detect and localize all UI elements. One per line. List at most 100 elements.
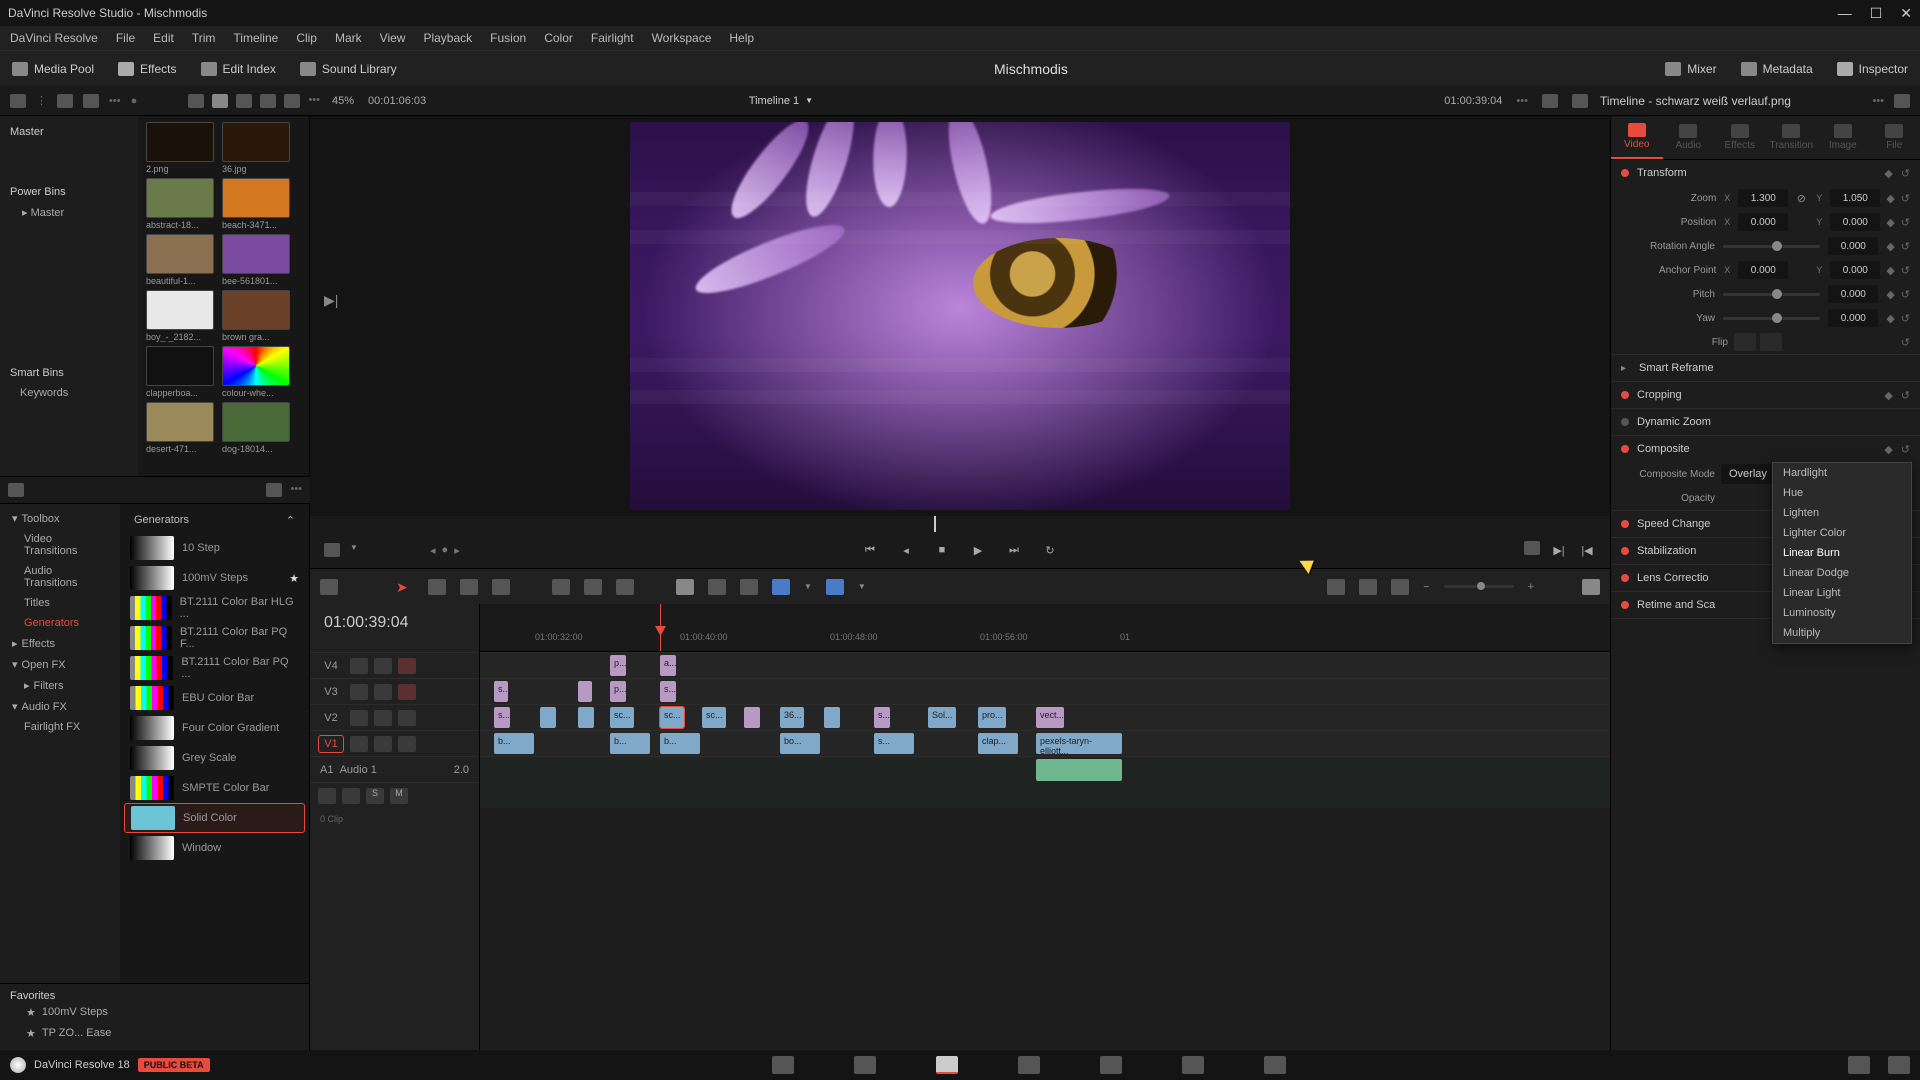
fx-toolbox[interactable]: ▾Toolbox xyxy=(0,508,120,529)
zoom-fit-icon[interactable] xyxy=(1359,579,1377,595)
viewer-scrubber[interactable] xyxy=(310,516,1610,532)
timeline-clip[interactable] xyxy=(1036,759,1122,781)
auto-select-icon[interactable] xyxy=(374,736,392,752)
timeline-clip[interactable]: sc... xyxy=(610,707,634,728)
overwrite-icon[interactable] xyxy=(584,579,602,595)
loop-button[interactable]: ↻ xyxy=(1041,541,1059,559)
pitch-field[interactable] xyxy=(1828,285,1878,303)
timeline-clip[interactable]: Sol... xyxy=(928,707,956,728)
insert-icon[interactable] xyxy=(552,579,570,595)
deliver-page-icon[interactable] xyxy=(1264,1056,1286,1074)
keyframe-icon[interactable]: ◆ xyxy=(1884,167,1892,180)
timeline-clip[interactable]: s... xyxy=(874,733,914,754)
dropdown-option[interactable]: Linear Dodge xyxy=(1773,563,1911,583)
link-zoom-icon[interactable]: ⊘ xyxy=(1794,192,1808,205)
generator-item[interactable]: 100mV Steps★ xyxy=(124,563,305,593)
power-bin-master[interactable]: ▸ Master xyxy=(0,202,138,223)
timeline-clip[interactable]: pro... xyxy=(978,707,1006,728)
timeline-clip[interactable]: clap... xyxy=(978,733,1018,754)
inspector-tab-image[interactable]: Image xyxy=(1817,116,1869,159)
project-settings-icon[interactable] xyxy=(1888,1056,1910,1074)
link-icon[interactable] xyxy=(57,94,73,108)
timeline-clip[interactable]: sc... xyxy=(660,707,684,728)
dropdown-option[interactable]: Linear Burn xyxy=(1773,543,1911,563)
timeline-clip[interactable]: b... xyxy=(494,733,534,754)
blade-tool-icon[interactable] xyxy=(492,579,510,595)
media-thumb[interactable]: boy_-_2182... xyxy=(144,290,216,342)
generator-item[interactable]: BT.2111 Color Bar PQ ... xyxy=(124,653,305,683)
next-kf-icon[interactable]: ▸ xyxy=(454,544,460,557)
timeline-clip[interactable]: p... xyxy=(610,655,626,676)
audio-meter-icon[interactable] xyxy=(1582,579,1600,595)
media-pool-toggle[interactable]: Media Pool xyxy=(12,62,94,76)
timeline-clip[interactable]: p... xyxy=(610,681,626,702)
rotation-field[interactable] xyxy=(1828,237,1878,255)
next-edit-icon[interactable]: ▶| xyxy=(324,292,338,309)
menu-fusion[interactable]: Fusion xyxy=(490,31,526,45)
timeline-clip[interactable]: b... xyxy=(610,733,650,754)
close-button[interactable]: ✕ xyxy=(1900,5,1912,22)
track-a1[interactable]: A1 xyxy=(320,762,333,778)
zoom-out-icon[interactable]: − xyxy=(1423,581,1429,593)
media-page-icon[interactable] xyxy=(772,1056,794,1074)
yaw-field[interactable] xyxy=(1828,309,1878,327)
effects-toggle[interactable]: Effects xyxy=(118,62,176,76)
dropdown-option[interactable]: Hardlight xyxy=(1773,463,1911,483)
chevron-down-icon[interactable]: ▼ xyxy=(350,543,358,557)
anchor-y-field[interactable] xyxy=(1830,261,1880,279)
strip-view-icon[interactable] xyxy=(188,94,204,108)
menu-edit[interactable]: Edit xyxy=(153,31,174,45)
timeline-clip[interactable] xyxy=(578,681,592,702)
fusion-page-icon[interactable] xyxy=(1018,1056,1040,1074)
bypass-icon[interactable] xyxy=(1542,94,1558,108)
lock-track-icon[interactable] xyxy=(350,658,368,674)
mixer-toggle[interactable]: Mixer xyxy=(1665,62,1716,76)
keyframe-icon[interactable]: ◆ xyxy=(1886,288,1894,301)
timeline-clip[interactable]: s... xyxy=(494,681,508,702)
menu-view[interactable]: View xyxy=(380,31,406,45)
track-v4[interactable]: V4 xyxy=(318,658,344,674)
fx-search-icon[interactable] xyxy=(266,483,282,497)
keyframe-icon[interactable]: ◆ xyxy=(1886,216,1894,229)
pitch-slider[interactable] xyxy=(1723,293,1820,296)
generator-item[interactable]: 10 Step xyxy=(124,533,305,563)
reset-icon[interactable]: ↺ xyxy=(1901,167,1910,180)
generator-item[interactable]: SMPTE Color Bar xyxy=(124,773,305,803)
menu-trim[interactable]: Trim xyxy=(192,31,216,45)
smart-bins[interactable]: Smart Bins xyxy=(0,363,138,383)
lock-icon[interactable] xyxy=(740,579,758,595)
track-v3[interactable]: V3 xyxy=(318,684,344,700)
list-view-icon[interactable] xyxy=(236,94,252,108)
selection-tool[interactable]: ➤ xyxy=(396,579,414,595)
lock-audio-icon[interactable] xyxy=(318,788,336,804)
reset-icon[interactable]: ↺ xyxy=(1901,312,1910,325)
minimize-button[interactable]: — xyxy=(1838,5,1852,22)
generator-item[interactable]: BT.2111 Color Bar PQ F... xyxy=(124,623,305,653)
media-thumb[interactable]: desert-471... xyxy=(144,402,216,454)
insert-mode-icon[interactable] xyxy=(324,543,340,557)
media-thumb[interactable]: 36.jpg xyxy=(220,122,292,174)
zoom-y-field[interactable] xyxy=(1830,189,1880,207)
stop-button[interactable]: ■ xyxy=(933,541,951,559)
expand-inspector-icon[interactable] xyxy=(1894,94,1910,108)
smart-reframe-section[interactable]: ▸Smart Reframe xyxy=(1611,355,1920,381)
generator-item[interactable]: Solid Color xyxy=(124,803,305,833)
cropping-section[interactable]: Cropping◆↺ xyxy=(1611,382,1920,408)
dropdown-option[interactable]: Hue xyxy=(1773,483,1911,503)
inspector-tab-transition[interactable]: Transition xyxy=(1766,116,1818,159)
viewer-canvas[interactable] xyxy=(630,122,1290,510)
kf-dot-icon[interactable]: ● xyxy=(442,544,449,557)
fx-audiofx[interactable]: ▾Audio FX xyxy=(0,696,120,717)
timeline-clip[interactable]: s... xyxy=(874,707,890,728)
smartbin-keywords[interactable]: Keywords xyxy=(0,383,138,403)
disable-track-icon[interactable] xyxy=(398,658,416,674)
media-thumb[interactable]: clapperboa... xyxy=(144,346,216,398)
cut-page-icon[interactable] xyxy=(854,1056,876,1074)
flag-icon[interactable] xyxy=(772,579,790,595)
generator-item[interactable]: Four Color Gradient xyxy=(124,713,305,743)
flip-h-button[interactable] xyxy=(1734,333,1756,351)
dropdown-option[interactable]: Linear Light xyxy=(1773,583,1911,603)
menu-playback[interactable]: Playback xyxy=(423,31,472,45)
dynamic-zoom-section[interactable]: Dynamic Zoom xyxy=(1611,409,1920,435)
reset-icon[interactable]: ↺ xyxy=(1901,389,1910,402)
